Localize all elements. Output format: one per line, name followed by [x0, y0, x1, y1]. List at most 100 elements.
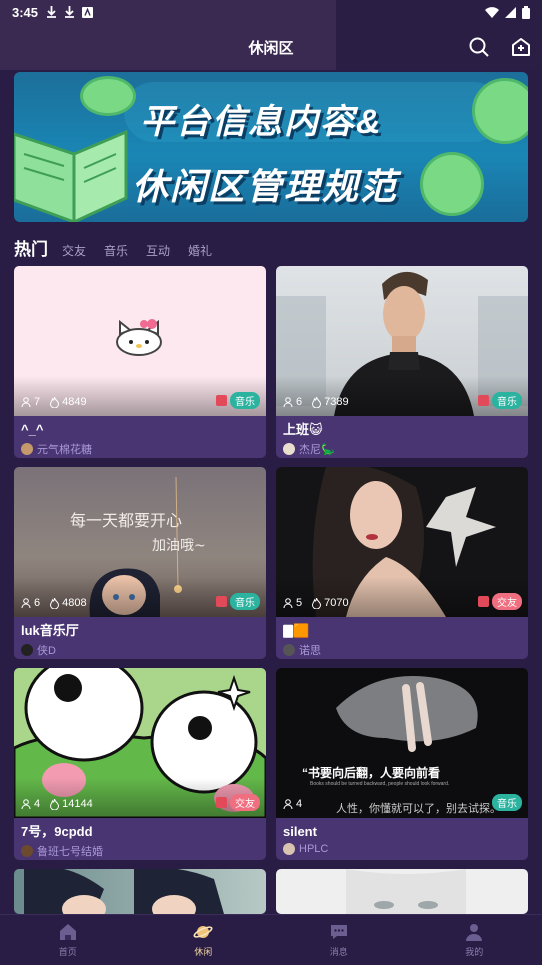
member-count: 6 — [21, 597, 40, 609]
room-owner: 元气棉花糖 — [21, 441, 259, 457]
room-cover-image: 每一天都要开心 加油哦~ 6 4808 音乐 — [14, 467, 266, 617]
avatar — [21, 845, 33, 857]
portrait-illustration — [346, 869, 466, 914]
member-count: 6 — [283, 396, 302, 408]
member-count: 4 — [21, 798, 40, 810]
app-notification-icon — [82, 6, 94, 18]
announcement-banner[interactable]: 平台信息内容& 休闲区管理规范 — [14, 72, 528, 222]
flame-icon — [50, 798, 60, 810]
room-title: ^_^ — [21, 422, 44, 437]
room-owner: HPLC — [283, 843, 521, 855]
tab-music[interactable]: 音乐 — [104, 242, 128, 259]
person-icon — [21, 598, 31, 608]
heat-count: 4849 — [50, 396, 87, 408]
member-count: 7 — [21, 396, 40, 408]
room-cover-image: 5 7070 交友 — [276, 467, 528, 617]
avatar — [283, 843, 295, 855]
heat-count: 4808 — [50, 597, 87, 609]
category-tag: 交友 — [230, 794, 260, 811]
room-owner: 杰尼🦕 — [283, 441, 521, 457]
room-owner: 鲁班七号结婚 — [21, 843, 259, 859]
room-title: 🀫🟧 — [283, 623, 310, 638]
category-tabs: 热门 交友 音乐 互动 婚礼 — [14, 235, 212, 259]
room-owner: 诺思 — [283, 642, 521, 658]
person-icon — [283, 799, 293, 809]
leaf-coin-decoration — [420, 152, 484, 216]
planet-icon — [193, 926, 213, 938]
room-cover-image — [14, 869, 266, 914]
room-card[interactable]: 4 14144 交友 7号，9cpdd 鲁班七号结婚 — [14, 668, 266, 860]
lock-icon — [216, 596, 227, 607]
download-icon — [65, 6, 75, 18]
cover-caption: 人性，你懂就可以了，别去试探。 — [336, 803, 501, 815]
member-count: 5 — [283, 597, 302, 609]
room-title: silent — [283, 824, 317, 839]
chat-icon — [330, 925, 347, 939]
room-cover-image: “书要向后翻，人要向前看 Books should be turned back… — [276, 668, 528, 818]
create-room-button[interactable] — [510, 36, 532, 58]
tab-interactive[interactable]: 互动 — [146, 242, 170, 259]
tab-hot[interactable]: 热门 — [14, 235, 48, 260]
room-cover-image — [276, 869, 528, 914]
nav-leisure[interactable]: 休闲 — [136, 915, 272, 965]
top-app-bar: 休闲区 — [0, 24, 542, 70]
flame-icon — [50, 396, 60, 408]
room-title: luk音乐厅 — [21, 623, 79, 638]
signal-icon — [505, 6, 516, 18]
tab-social[interactable]: 交友 — [62, 242, 86, 259]
room-card[interactable]: 5 7070 交友 🀫🟧 诺思 — [276, 467, 528, 659]
cover-caption: “书要向后翻，人要向前看 — [302, 766, 441, 780]
lock-icon — [216, 797, 227, 808]
room-card[interactable]: “书要向后翻，人要向前看 Books should be turned back… — [276, 668, 528, 860]
search-button[interactable] — [468, 36, 490, 58]
cover-caption: Books should be turned backward, people … — [310, 781, 450, 787]
bottom-navigation: 首页 休闲 消息 我的 — [0, 914, 542, 965]
flame-icon — [50, 597, 60, 609]
search-icon — [469, 37, 489, 57]
nav-home[interactable]: 首页 — [0, 915, 136, 965]
nav-profile[interactable]: 我的 — [407, 915, 542, 965]
notification-icons — [46, 6, 94, 18]
category-tag: 音乐 — [230, 392, 260, 409]
room-title: 上班😺 — [283, 422, 323, 437]
flame-icon — [312, 396, 322, 408]
room-cover-image: 7 4849 音乐 — [14, 266, 266, 416]
heat-count: 7070 — [312, 597, 349, 609]
person-icon — [466, 924, 483, 941]
member-count: 4 — [283, 798, 302, 810]
heat-count: 7389 — [312, 396, 349, 408]
system-icons — [485, 5, 530, 19]
room-owner: 侠D — [21, 642, 259, 658]
lock-icon — [478, 395, 489, 406]
avatar — [283, 644, 295, 656]
room-card[interactable]: 每一天都要开心 加油哦~ 6 4808 音乐 luk音乐厅 侠D — [14, 467, 266, 659]
lock-icon — [216, 395, 227, 406]
avatar — [21, 644, 33, 656]
person-icon — [283, 598, 293, 608]
status-bar: 3:45 — [0, 0, 542, 24]
room-card[interactable] — [14, 869, 266, 914]
person-icon — [21, 799, 31, 809]
flame-icon — [312, 597, 322, 609]
banner-line-1: 平台信息内容& — [140, 103, 383, 141]
category-tag: 音乐 — [230, 593, 260, 610]
add-home-icon — [512, 38, 530, 56]
wifi-icon — [485, 6, 499, 18]
tab-wedding[interactable]: 婚礼 — [188, 242, 212, 259]
person-icon — [283, 397, 293, 407]
status-time: 3:45 — [12, 4, 39, 20]
avatar — [283, 443, 295, 455]
room-card[interactable]: 7 4849 音乐 ^_^ 元气棉花糖 — [14, 266, 266, 458]
room-cover-image: 4 14144 交友 — [14, 668, 266, 818]
heat-count: 14144 — [50, 798, 93, 810]
room-cover-image: 6 7389 音乐 — [276, 266, 528, 416]
room-card[interactable] — [276, 869, 528, 914]
room-card[interactable]: 6 7389 音乐 上班😺 杰尼🦕 — [276, 266, 528, 458]
page-title: 休闲区 — [248, 39, 294, 57]
category-tag: 音乐 — [492, 794, 522, 811]
book-illustration — [14, 129, 128, 222]
home-icon — [59, 924, 76, 940]
nav-messages[interactable]: 消息 — [271, 915, 407, 965]
kitty-illustration — [116, 319, 162, 356]
room-title: 7号，9cpdd — [21, 824, 93, 839]
